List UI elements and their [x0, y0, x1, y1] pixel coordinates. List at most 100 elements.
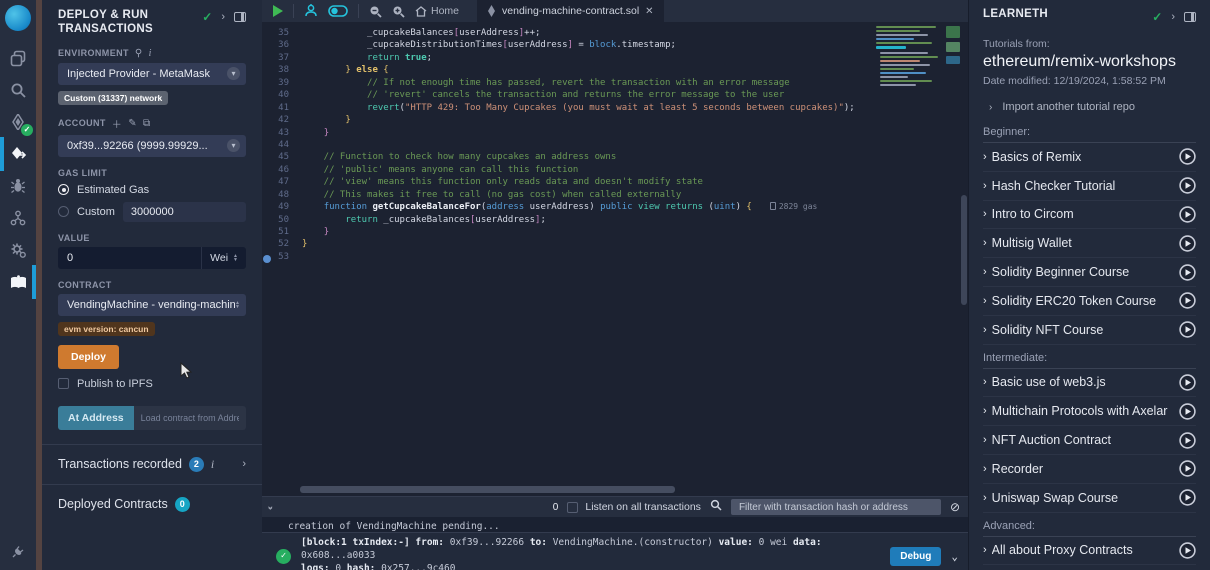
- tutorial-item[interactable]: ›Intro to Circom: [983, 201, 1196, 230]
- code-line[interactable]: 46 // 'public' means anyone can call thi…: [262, 164, 968, 176]
- play-tutorial-icon[interactable]: [1179, 321, 1196, 338]
- code-line[interactable]: 47 // 'view' means this function only re…: [262, 176, 968, 188]
- value-unit-select[interactable]: Wei ▲▼: [201, 247, 246, 269]
- code-line[interactable]: 43 }: [262, 127, 968, 139]
- tab-vending-machine-contract[interactable]: vending-machine-contract.sol ✕: [477, 0, 664, 22]
- plugin-connector-icon[interactable]: [0, 203, 36, 233]
- play-tutorial-icon[interactable]: [1179, 403, 1196, 420]
- import-tutorial-repo-link[interactable]: › Import another tutorial repo: [989, 101, 1196, 113]
- at-address-button[interactable]: At Address: [58, 406, 134, 430]
- debugger-icon[interactable]: [0, 171, 36, 201]
- tx-expand-chevron-icon[interactable]: ⌄: [951, 550, 958, 563]
- terminal-filter-input[interactable]: [731, 499, 941, 515]
- code-line[interactable]: 40 // 'revert' cancels the transaction a…: [262, 89, 968, 101]
- tutorial-item[interactable]: ›Multisig Wallet: [983, 229, 1196, 258]
- debug-button[interactable]: Debug: [890, 547, 941, 566]
- play-tutorial-icon[interactable]: [1179, 148, 1196, 165]
- code-line[interactable]: 35 _cupcakeBalances[userAddress]++;: [262, 27, 968, 39]
- learneth-expand-icon[interactable]: ›: [1171, 11, 1175, 23]
- run-script-icon[interactable]: [272, 5, 283, 17]
- play-tutorial-icon[interactable]: [1179, 235, 1196, 252]
- tutorial-item[interactable]: ›Recorder: [983, 455, 1196, 484]
- listen-checkbox[interactable]: [567, 502, 578, 513]
- play-tutorial-icon[interactable]: [1179, 264, 1196, 281]
- tutorial-item[interactable]: ›Multichain Protocols with Axelar: [983, 397, 1196, 426]
- tutorial-item[interactable]: ›Solidity Beginner Course: [983, 258, 1196, 287]
- settings-icon[interactable]: [0, 235, 36, 265]
- copy-account-icon[interactable]: ⧉: [143, 118, 151, 129]
- clear-console-icon[interactable]: ⊘: [950, 500, 960, 514]
- environment-select[interactable]: Injected Provider - MetaMask ▾: [58, 63, 246, 85]
- transaction-log-row[interactable]: ✓ [block:1 txIndex:-] from: 0xf39...9226…: [262, 532, 968, 570]
- tutorial-item[interactable]: ›Solidity ERC20 Token Course: [983, 287, 1196, 316]
- publish-ipfs-checkbox[interactable]: [58, 378, 69, 389]
- code-line[interactable]: 45 // Function to check how many cupcake…: [262, 151, 968, 163]
- code-line[interactable]: 42 }: [262, 114, 968, 126]
- editor-annotation-dot[interactable]: [263, 255, 271, 263]
- unit-stepper-icon[interactable]: ▲▼: [233, 254, 238, 262]
- code-line[interactable]: 53: [262, 251, 968, 263]
- code-line[interactable]: 41 revert("HTTP 429: Too Many Cupcakes (…: [262, 102, 968, 114]
- code-line[interactable]: 37 return true;: [262, 52, 968, 64]
- editor-vertical-scrollbar[interactable]: [961, 195, 967, 305]
- panel-expand-icon[interactable]: ›: [221, 11, 225, 23]
- transactions-expand-icon[interactable]: ›: [242, 458, 246, 470]
- deploy-button[interactable]: Deploy: [58, 345, 119, 369]
- at-address-input[interactable]: [134, 406, 246, 430]
- play-tutorial-icon[interactable]: [1179, 206, 1196, 223]
- tutorial-item[interactable]: ›Basic use of web3.js: [983, 369, 1196, 398]
- copilot-toggle-icon[interactable]: [328, 5, 348, 17]
- environment-info-icon[interactable]: i: [149, 48, 152, 59]
- add-account-icon[interactable]: ＋: [112, 116, 122, 131]
- tutorial-item[interactable]: ›All about Proxy Contracts: [983, 537, 1196, 566]
- listen-all-transactions-option[interactable]: Listen on all transactions: [567, 501, 701, 513]
- terminal-expand-icon[interactable]: ››: [266, 506, 276, 508]
- code-line[interactable]: 50 return _cupcakeBalances[userAddress];: [262, 214, 968, 226]
- play-tutorial-icon[interactable]: [1179, 374, 1196, 391]
- tutorial-item[interactable]: ›Hash Checker Tutorial: [983, 172, 1196, 201]
- play-tutorial-icon[interactable]: [1179, 292, 1196, 309]
- tutorial-item[interactable]: ›Basics of Remix: [983, 143, 1196, 172]
- code-line[interactable]: 36 _cupcakeDistributionTimes[userAddress…: [262, 39, 968, 51]
- account-select[interactable]: 0xf39...92266 (9999.99929... ▾: [58, 135, 246, 157]
- tutorial-item[interactable]: ›Uniswap Swap Course: [983, 484, 1196, 513]
- search-icon[interactable]: [0, 75, 36, 105]
- transactions-info-icon[interactable]: i: [211, 457, 214, 472]
- custom-gas-option[interactable]: Custom: [58, 202, 246, 222]
- transactions-recorded-row[interactable]: Transactions recorded 2 i ›: [58, 457, 246, 472]
- plug-icon[interactable]: ⚲: [135, 48, 143, 59]
- tutorial-item[interactable]: ›Solidity NFT Course: [983, 316, 1196, 345]
- code-line[interactable]: 52}: [262, 238, 968, 250]
- remix-ai-copilot-icon[interactable]: [304, 4, 318, 18]
- panel-pin-icon[interactable]: [234, 12, 246, 22]
- play-tutorial-icon[interactable]: [1179, 432, 1196, 449]
- learneth-book-icon[interactable]: [0, 267, 36, 297]
- zoom-out-icon[interactable]: [369, 5, 382, 18]
- deployed-contracts-row[interactable]: Deployed Contracts 0: [58, 497, 246, 512]
- publish-ipfs-option[interactable]: Publish to IPFS: [58, 378, 246, 390]
- code-line[interactable]: 51 }: [262, 226, 968, 238]
- code-line[interactable]: 39 // If not enough time has passed, rev…: [262, 77, 968, 89]
- play-tutorial-icon[interactable]: [1179, 489, 1196, 506]
- deploy-run-icon[interactable]: [0, 139, 36, 169]
- play-tutorial-icon[interactable]: [1179, 177, 1196, 194]
- code-editor[interactable]: 35 _cupcakeBalances[userAddress]++;36 _c…: [262, 22, 968, 496]
- custom-gas-input[interactable]: [123, 202, 246, 222]
- home-button[interactable]: Home: [415, 5, 459, 17]
- code-line[interactable]: 48 // This makes it free to call (no gas…: [262, 189, 968, 201]
- solidity-compiler-icon[interactable]: ✓: [0, 107, 36, 137]
- custom-gas-radio[interactable]: [58, 206, 69, 217]
- value-input[interactable]: [58, 247, 201, 269]
- file-explorer-icon[interactable]: [0, 43, 36, 73]
- tutorial-item[interactable]: ›NFT Auction Contract: [983, 426, 1196, 455]
- tutorial-item[interactable]: ›Deploy with Libraries: [983, 565, 1196, 570]
- learneth-pin-icon[interactable]: [1184, 12, 1196, 22]
- tab-close-icon[interactable]: ✕: [645, 6, 653, 17]
- estimated-gas-radio[interactable]: [58, 184, 69, 195]
- estimated-gas-option[interactable]: Estimated Gas: [58, 184, 246, 196]
- plugin-manager-plug-icon[interactable]: [0, 536, 36, 566]
- code-line[interactable]: 44: [262, 139, 968, 151]
- zoom-in-icon[interactable]: [392, 5, 405, 18]
- editor-horizontal-scrollbar[interactable]: [300, 486, 675, 493]
- environment-chevron-icon[interactable]: ▾: [227, 67, 240, 80]
